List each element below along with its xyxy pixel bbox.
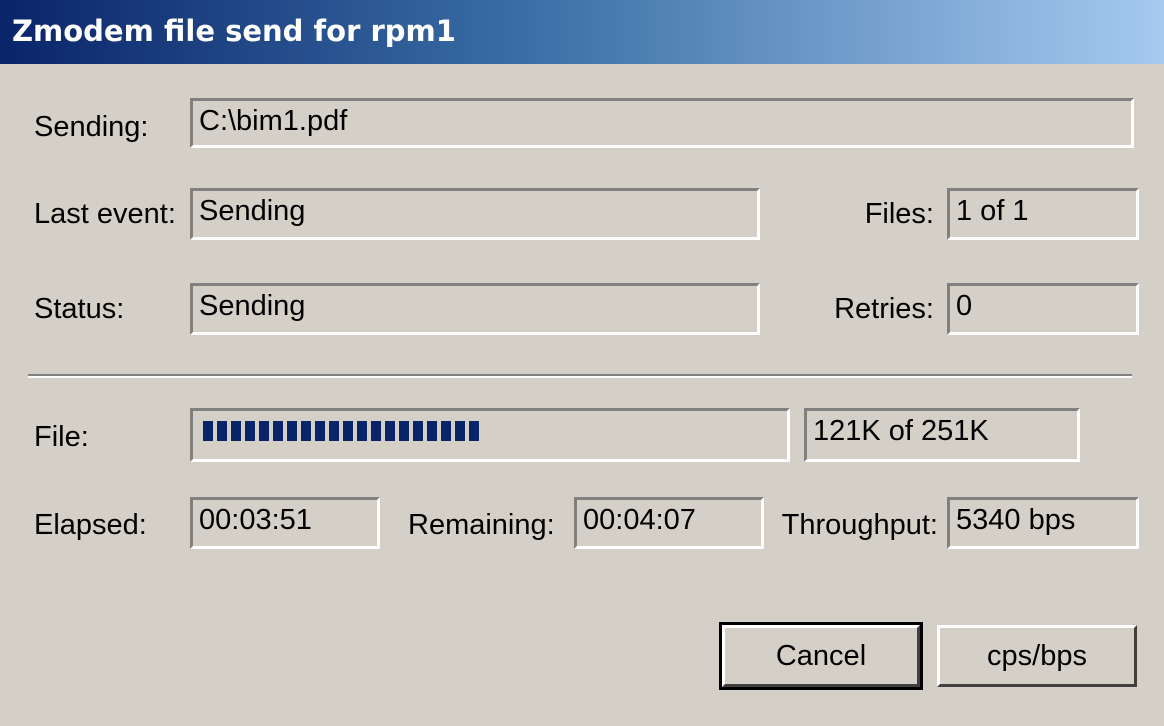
throughput-field: 5340 bps <box>947 497 1139 549</box>
status-label: Status: <box>34 293 125 325</box>
retries-field: 0 <box>947 283 1139 335</box>
status-value: Sending <box>199 290 306 322</box>
progress-segment <box>259 421 269 441</box>
separator <box>28 374 1132 378</box>
sending-label: Sending: <box>34 111 149 143</box>
progress-segment <box>203 421 213 441</box>
progress-segment <box>455 421 465 441</box>
sending-value: C:\bim1.pdf <box>199 105 348 137</box>
progress-segment <box>287 421 297 441</box>
cancel-button[interactable]: Cancel <box>719 622 923 690</box>
remaining-value: 00:04:07 <box>583 504 696 536</box>
progress-segment <box>357 421 367 441</box>
zmodem-dialog: Zmodem file send for rpm1 Sending: C:\bi… <box>0 0 1164 726</box>
retries-value: 0 <box>956 290 973 322</box>
last-event-label: Last event: <box>34 198 176 230</box>
progress-segment <box>413 421 423 441</box>
cps-bps-button[interactable]: cps/bps <box>937 625 1137 687</box>
remaining-label: Remaining: <box>408 509 555 541</box>
progress-fill <box>203 421 479 441</box>
retries-label: Retries: <box>834 293 934 325</box>
elapsed-field: 00:03:51 <box>190 497 380 549</box>
progress-segment <box>231 421 241 441</box>
progress-segment <box>427 421 437 441</box>
throughput-value: 5340 bps <box>956 504 1076 536</box>
file-size-value: 121K of 251K <box>813 415 989 447</box>
progress-segment <box>441 421 451 441</box>
title-bar[interactable]: Zmodem file send for rpm1 <box>0 0 1164 64</box>
file-label: File: <box>34 421 89 453</box>
throughput-label: Throughput: <box>781 509 938 541</box>
file-size-field: 121K of 251K <box>804 408 1080 462</box>
file-progress-bar <box>190 408 790 462</box>
progress-segment <box>245 421 255 441</box>
progress-segment <box>329 421 339 441</box>
files-label: Files: <box>864 198 934 230</box>
elapsed-label: Elapsed: <box>34 509 147 541</box>
files-value: 1 of 1 <box>956 195 1029 227</box>
progress-segment <box>315 421 325 441</box>
status-field: Sending <box>190 283 760 335</box>
remaining-field: 00:04:07 <box>574 497 764 549</box>
last-event-field: Sending <box>190 188 760 240</box>
progress-segment <box>273 421 283 441</box>
files-field: 1 of 1 <box>947 188 1139 240</box>
progress-segment <box>469 421 479 441</box>
progress-segment <box>399 421 409 441</box>
elapsed-value: 00:03:51 <box>199 504 312 536</box>
sending-field: C:\bim1.pdf <box>190 98 1134 148</box>
last-event-value: Sending <box>199 195 306 227</box>
window-title: Zmodem file send for rpm1 <box>12 14 456 48</box>
progress-segment <box>371 421 381 441</box>
progress-segment <box>343 421 353 441</box>
progress-segment <box>385 421 395 441</box>
progress-segment <box>217 421 227 441</box>
progress-segment <box>301 421 311 441</box>
